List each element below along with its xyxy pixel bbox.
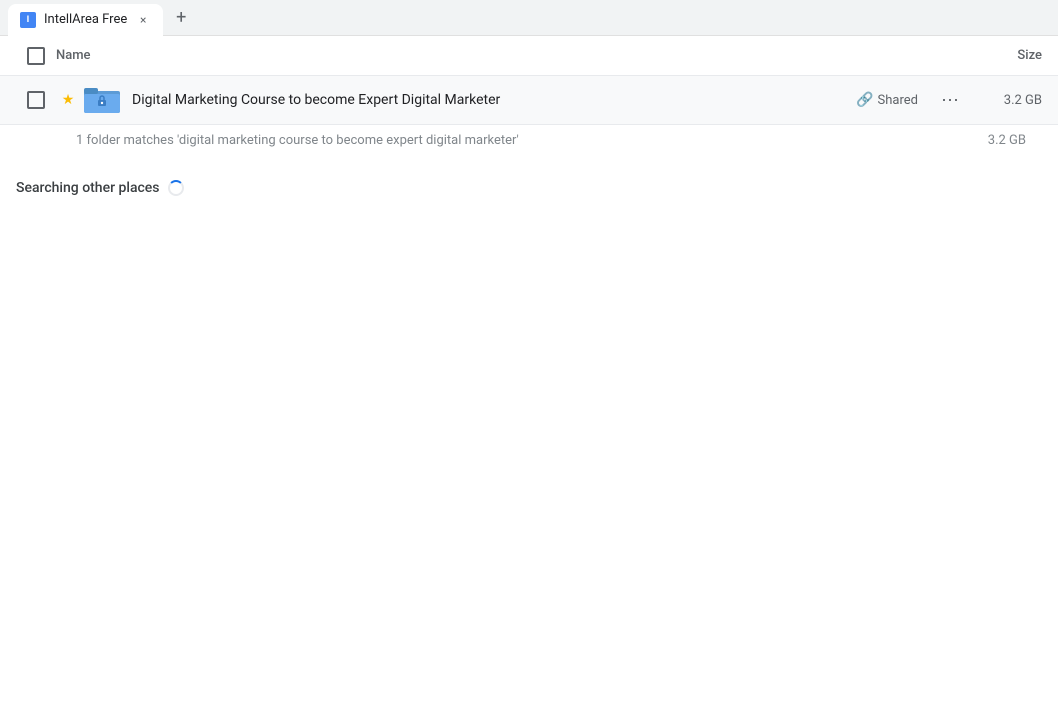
loading-spinner [168, 180, 184, 196]
tab-bar: I IntellArea Free × + [0, 0, 1058, 36]
new-tab-button[interactable]: + [167, 4, 195, 32]
searching-section: Searching other places [0, 156, 1058, 212]
select-all-checkbox[interactable] [16, 47, 56, 65]
folder-icon [84, 82, 120, 118]
column-name-header: Name [56, 48, 962, 63]
tab-favicon: I [20, 12, 36, 28]
searching-label: Searching other places [16, 180, 160, 196]
column-size-header: Size [962, 48, 1042, 63]
checkbox-icon [27, 47, 45, 65]
summary-text: 1 folder matches 'digital marketing cour… [76, 133, 519, 148]
file-size: 3.2 GB [982, 93, 1042, 108]
column-header: Name Size [0, 36, 1058, 76]
summary-row: 3.2 GB 1 folder matches 'digital marketi… [0, 125, 1058, 156]
shared-label: Shared [878, 93, 918, 108]
checkbox-icon [27, 91, 45, 109]
tab-title: IntellArea Free [44, 12, 127, 27]
summary-size: 3.2 GB [988, 133, 1042, 148]
file-name: Digital Marketing Course to become Exper… [132, 92, 856, 108]
row-checkbox[interactable] [16, 91, 56, 109]
more-options-button[interactable]: ⋯ [934, 84, 966, 116]
link-icon: 🔗 [856, 92, 873, 108]
tab-close-button[interactable]: × [135, 12, 151, 28]
file-row[interactable]: ★ Digital Marketing Course to become Exp… [0, 76, 1058, 125]
shared-badge: 🔗 Shared [856, 92, 918, 108]
browser-tab[interactable]: I IntellArea Free × [8, 4, 163, 36]
star-icon[interactable]: ★ [56, 88, 80, 112]
